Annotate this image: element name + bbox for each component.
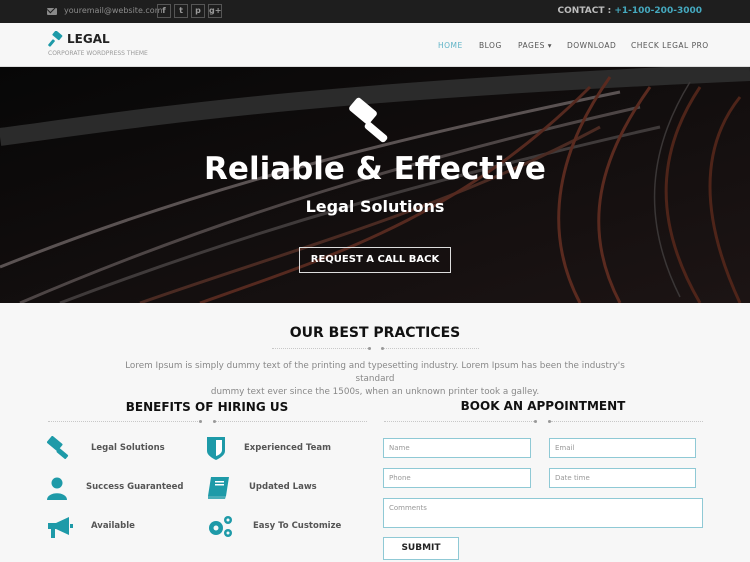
description-line: Lorem Ipsum is simply dummy text of the … <box>125 361 625 384</box>
practices-description: Lorem Ipsum is simply dummy text of the … <box>110 360 640 399</box>
datetime-input[interactable]: Date time <box>549 468 696 488</box>
submit-button[interactable]: SUBMIT <box>383 537 459 560</box>
hero-banner: Reliable & Effective Legal Solutions REQ… <box>0 67 750 303</box>
nav-blog[interactable]: BLOG <box>479 41 502 50</box>
nav-pages[interactable]: PAGES ▾ <box>518 41 552 50</box>
nav-download[interactable]: DOWNLOAD <box>567 41 616 50</box>
gavel-icon <box>349 97 388 143</box>
shield-icon <box>207 437 225 460</box>
divider <box>272 348 370 349</box>
contact-info: CONTACT : +1-100-200-3000 <box>558 6 702 16</box>
benefit-label: Available <box>91 521 135 531</box>
top-bar: youremail@website.com f t p g+ CONTACT :… <box>0 0 750 23</box>
benefit-label: Legal Solutions <box>91 443 165 453</box>
comments-textarea[interactable]: Comments <box>383 498 703 528</box>
megaphone-icon <box>48 517 73 538</box>
gears-icon <box>209 516 232 537</box>
nav-check-legal-pro[interactable]: CHECK LEGAL PRO <box>631 41 709 50</box>
logo-title[interactable]: LEGAL <box>67 32 110 46</box>
google-plus-icon[interactable]: g+ <box>208 4 222 18</box>
contact-email[interactable]: youremail@website.com <box>64 6 163 15</box>
divider <box>384 348 479 349</box>
facebook-icon[interactable]: f <box>157 4 171 18</box>
benefit-label: Updated Laws <box>249 482 317 492</box>
email-input[interactable]: Email <box>549 438 696 458</box>
appointment-title: BOOK AN APPOINTMENT <box>460 399 626 413</box>
user-icon <box>47 477 67 500</box>
request-call-back-button[interactable]: REQUEST A CALL BACK <box>299 247 451 273</box>
name-input[interactable]: Name <box>383 438 531 458</box>
practices-title: OUR BEST PRACTICES <box>289 325 461 341</box>
benefit-label: Success Guaranteed <box>86 482 184 492</box>
benefits-title: BENEFITS OF HIRING US <box>125 400 289 414</box>
divider <box>384 421 536 422</box>
book-icon <box>208 477 229 499</box>
divider-dot <box>368 347 371 350</box>
mail-icon <box>47 8 57 15</box>
logo-subtitle: CORPORATE WORDPRESS THEME <box>48 50 148 57</box>
hero-subtitle: Legal Solutions <box>305 197 445 216</box>
divider-dot <box>199 420 202 423</box>
divider-dot <box>534 420 537 423</box>
phone-input[interactable]: Phone <box>383 468 531 488</box>
twitter-icon[interactable]: t <box>174 4 188 18</box>
site-header: LEGAL CORPORATE WORDPRESS THEME HOME BLO… <box>0 23 750 67</box>
benefit-label: Experienced Team <box>244 443 331 453</box>
gavel-logo-icon <box>48 31 63 47</box>
nav-home[interactable]: HOME <box>438 41 463 50</box>
contact-label: CONTACT : <box>557 6 612 16</box>
benefit-label: Easy To Customize <box>253 521 342 531</box>
description-line: dummy text ever since the 1500s, when an… <box>210 387 540 397</box>
divider <box>216 421 367 422</box>
pinterest-icon[interactable]: p <box>191 4 205 18</box>
hero-title: Reliable & Effective <box>204 151 546 187</box>
divider <box>48 421 200 422</box>
divider <box>551 421 703 422</box>
contact-phone[interactable]: +1-100-200-3000 <box>614 6 702 16</box>
gavel-icon <box>47 436 69 459</box>
